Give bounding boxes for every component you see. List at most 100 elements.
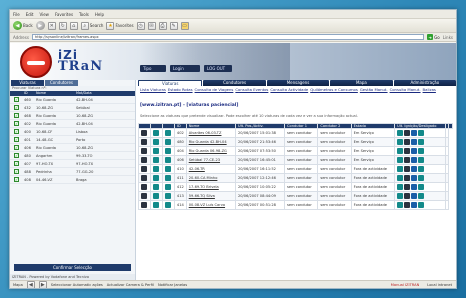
table-row[interactable]: 406 Setúbal 77-CE-23 20/06/2007 16:45:01 se… (138, 155, 453, 165)
history-icon[interactable] (404, 166, 411, 172)
table-row[interactable]: 404 Rio Guarda 06-98-ZG 20/06/2007 07:53:5… (138, 146, 453, 156)
menu-item-file[interactable]: File (13, 12, 20, 17)
vehicle-checkbox[interactable]: ✓ (14, 105, 19, 110)
locate-icon[interactable] (164, 130, 171, 136)
locate-icon[interactable] (164, 184, 171, 190)
locate-icon[interactable] (164, 166, 171, 172)
route-icon[interactable] (152, 175, 159, 181)
vehicle-name-link[interactable]: 00-08-VZ Luís Carvo (185, 200, 236, 210)
folder-icon[interactable]: ▭ (180, 21, 189, 30)
sublink-5[interactable]: Quilómetros e Consumos (310, 87, 358, 92)
menu-item-view[interactable]: View (39, 12, 49, 17)
vehicle-checkbox[interactable]: ✓ (14, 177, 19, 182)
route-icon[interactable] (152, 139, 159, 145)
sublink-0[interactable]: Lista Viaturas (140, 87, 166, 92)
history-icon[interactable] (404, 157, 411, 163)
history-icon[interactable] (404, 139, 411, 145)
message-icon[interactable] (411, 202, 418, 208)
vehicle-name-link[interactable]: 42-06-TR (185, 164, 236, 174)
tab-condutores[interactable]: Condutores (45, 80, 78, 86)
message-icon[interactable] (411, 157, 418, 163)
locate-icon[interactable] (164, 202, 171, 208)
table-row[interactable]: 411 20-60-CA Minho 20/06/2007 12:12:46 sem … (138, 173, 453, 183)
vehicle-checkbox[interactable]: ✓ (14, 169, 19, 174)
vehicle-info-icon[interactable] (141, 130, 147, 136)
forward-arrow-icon[interactable]: ▶ (35, 21, 45, 30)
map-icon[interactable] (397, 148, 404, 154)
edit-icon[interactable]: ✎ (169, 21, 178, 30)
back-button[interactable]: ◀ Back (13, 21, 33, 30)
message-icon[interactable] (411, 166, 418, 172)
vehicle-checkbox[interactable]: ✓ (14, 153, 19, 158)
tab-mensagens[interactable]: Mensagens (266, 80, 330, 86)
list-item[interactable]: ✓ 401 14-48-GC Porto (10, 136, 135, 144)
table-row[interactable]: 413 59-66-TQ Silva 20/06/2007 08:44:09 sem … (138, 191, 453, 201)
map-icon[interactable] (397, 193, 404, 199)
list-item[interactable]: ✓ 408 04-46-VZ Braga (10, 176, 135, 184)
status-option-2[interactable]: Actualizar Camera & Perfil (107, 283, 154, 287)
confirm-selection-button[interactable]: Confirmar Selecção (14, 264, 131, 271)
locate-icon[interactable] (164, 139, 171, 145)
history-icon[interactable] (404, 184, 411, 190)
route-icon[interactable] (152, 166, 159, 172)
tab-mapa[interactable]: Mapa (330, 80, 393, 86)
report-icon[interactable] (418, 166, 425, 172)
vehicle-name-link[interactable]: Setúbal 77-CE-23 (185, 155, 236, 165)
list-item[interactable]: ✓ 406 Rio Guarda 10-68-ZG (10, 144, 135, 152)
list-item[interactable]: ✓ 432 10-68-ZG Setúbal (10, 104, 135, 112)
manual-link[interactable]: Manual IZITRAN (391, 283, 419, 287)
table-row[interactable]: 414 00-08-VZ Luís Carvo 20/06/2007 00:51:2… (138, 200, 453, 210)
sublink-3[interactable]: Consulta Eventos (235, 87, 268, 92)
route-icon[interactable] (152, 193, 159, 199)
map-icon[interactable] (397, 202, 404, 208)
vehicle-checkbox[interactable]: ✓ (14, 129, 19, 134)
report-icon[interactable] (418, 157, 425, 163)
user-type-field[interactable]: Tipo (140, 65, 166, 72)
sublink-2[interactable]: Consulta de Viagens (195, 87, 234, 92)
vehicle-info-icon[interactable] (141, 148, 147, 154)
route-icon[interactable] (152, 184, 159, 190)
vehicle-name-link[interactable]: Rio Guarda 06-98-ZG (185, 146, 236, 156)
stop-icon[interactable]: ✕ (47, 21, 56, 30)
table-row[interactable]: 412 17-69-TO Brivela 20/06/2007 10:05:22 se… (138, 182, 453, 192)
report-icon[interactable] (418, 184, 425, 190)
refresh-icon[interactable]: ↻ (58, 21, 67, 30)
menu-item-tools[interactable]: Tools (79, 12, 89, 17)
vehicle-name-link[interactable]: Rio Guarda 42-BH-04 (185, 137, 236, 147)
report-icon[interactable] (418, 202, 425, 208)
history-icon[interactable] (404, 148, 411, 154)
table-row[interactable]: 480 Rio Guarda 42-BH-04 20/06/2007 21:53:4… (138, 137, 453, 147)
tab-condutores[interactable]: Condutores (203, 80, 266, 86)
go-button[interactable]: ➜ Go (427, 34, 440, 40)
list-item[interactable]: ✓ 460 Rio Guarda 42-BH-04 (10, 96, 135, 104)
message-icon[interactable] (411, 148, 418, 154)
mail-icon[interactable]: ✉ (147, 21, 156, 30)
home-icon[interactable]: ⌂ (69, 21, 78, 30)
locate-icon[interactable] (164, 175, 171, 181)
report-icon[interactable] (418, 148, 425, 154)
sublink-7[interactable]: Consulta Manut. (390, 87, 421, 92)
history-icon[interactable] (404, 130, 411, 136)
vehicle-checkbox[interactable]: ✓ (14, 145, 19, 150)
vehicle-info-icon[interactable] (141, 193, 147, 199)
vehicle-name-link[interactable]: 20-60-CA Minho (185, 173, 236, 183)
tab-administração[interactable]: Administração (393, 80, 456, 86)
report-icon[interactable] (418, 193, 425, 199)
vehicle-checkbox[interactable]: ✓ (14, 161, 19, 166)
map-icon[interactable] (397, 166, 404, 172)
vehicle-info-icon[interactable] (141, 184, 147, 190)
list-item[interactable]: ✓ 400 10-68-CF Lisboa (10, 128, 135, 136)
history-icon[interactable] (404, 175, 411, 181)
message-icon[interactable] (411, 193, 418, 199)
route-icon[interactable] (152, 157, 159, 163)
vehicle-info-icon[interactable] (141, 157, 147, 163)
print-icon[interactable]: ⎙ (158, 21, 167, 30)
list-item[interactable]: ✓ 407 97-HO-TX 97-HO-TX (10, 160, 135, 168)
route-icon[interactable] (152, 130, 159, 136)
vehicle-info-icon[interactable] (141, 139, 147, 145)
vehicle-name-link[interactable]: 59-66-TQ Silva (185, 191, 236, 201)
message-icon[interactable] (411, 184, 418, 190)
tab-viaturas[interactable]: Viaturas (138, 80, 203, 86)
list-item[interactable]: ✓ 488 Pedrinha 77-GG-20 (10, 168, 135, 176)
report-icon[interactable] (418, 175, 425, 181)
